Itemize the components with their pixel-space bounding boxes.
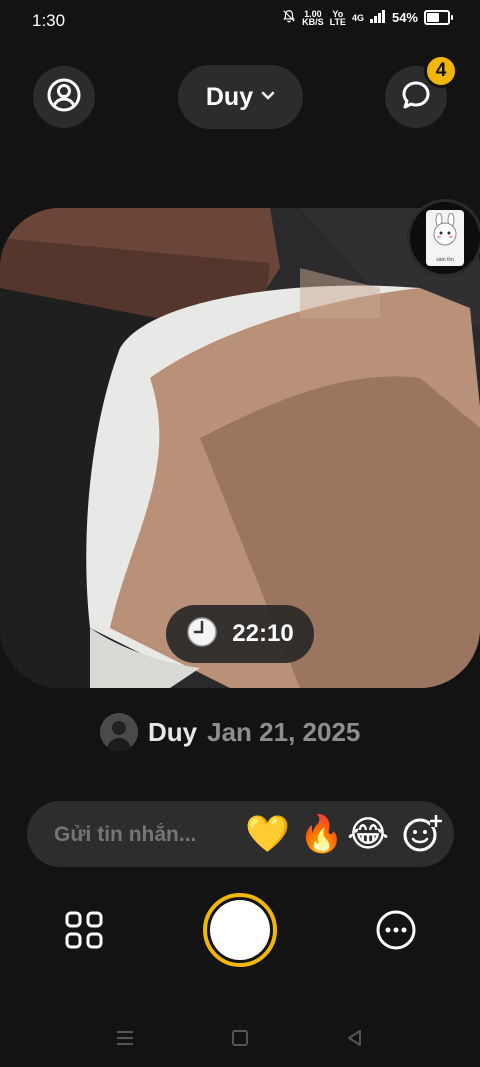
mute-bell-icon — [282, 9, 296, 26]
shutter-inner — [210, 900, 270, 960]
battery-icon — [424, 10, 453, 25]
volte-indicator: Yo LTE — [329, 9, 346, 27]
grid-icon — [65, 911, 103, 949]
chevron-down-icon — [261, 88, 275, 106]
network-label: 4G — [351, 12, 364, 23]
history-grid-button[interactable] — [64, 910, 104, 950]
net-speed-indicator: 1.00 KB/S — [302, 9, 324, 27]
unread-badge: 4 — [424, 54, 458, 88]
profile-button[interactable] — [33, 66, 95, 128]
fire-reaction[interactable]: 🔥 — [299, 813, 344, 855]
status-icons: 1.00 KB/S Yo LTE 4G 54% — [282, 9, 453, 27]
friend-selector[interactable]: Duy — [178, 65, 303, 129]
net-speed-unit: KB/S — [302, 16, 324, 27]
home-button[interactable] — [232, 1030, 248, 1046]
shutter-button[interactable] — [203, 893, 277, 967]
photo-time: 22:10 — [232, 620, 294, 647]
recent-apps-button[interactable] — [116, 1030, 134, 1046]
volte-bottom: LTE — [329, 16, 346, 27]
message-input[interactable] — [52, 801, 256, 869]
network-type: 4G — [351, 12, 364, 23]
bunny-sticker-icon — [433, 213, 457, 246]
back-button[interactable] — [346, 1029, 364, 1047]
more-horizontal-icon — [376, 910, 416, 950]
friend-story-thumbnail[interactable]: sàm lồn — [407, 199, 480, 277]
chat-bubble-icon — [400, 79, 432, 116]
poster-name[interactable]: Duy — [148, 717, 197, 748]
menu-lines-icon — [117, 1031, 133, 1045]
clock-icon — [186, 616, 218, 653]
status-time: 1:30 — [32, 11, 66, 30]
photo-time-overlay: 22:10 — [166, 605, 314, 663]
user-icon — [46, 77, 82, 118]
add-emoji-icon[interactable] — [402, 814, 443, 858]
status-bar: 1:30 1.00 KB/S Yo LTE 4G 54% — [0, 0, 480, 40]
battery-percent: 54% — [391, 10, 418, 25]
yellow-heart-reaction[interactable]: 💛 — [245, 813, 290, 855]
signal-icon — [369, 9, 386, 26]
poster-info: Duy Jan 21, 2025 — [100, 713, 360, 751]
post-date: Jan 21, 2025 — [207, 716, 361, 747]
more-options-button[interactable] — [375, 909, 417, 951]
thumbnail-image: sàm lồn — [426, 210, 464, 266]
message-bar: 💛 🔥 😂 — [27, 801, 454, 869]
back-triangle-icon — [348, 1030, 361, 1046]
friend-name: Duy — [205, 82, 254, 111]
poster-avatar[interactable] — [100, 713, 138, 751]
thumbnail-caption: sàm lồn — [436, 257, 454, 263]
laugh-reaction[interactable]: 😂 — [347, 813, 389, 855]
